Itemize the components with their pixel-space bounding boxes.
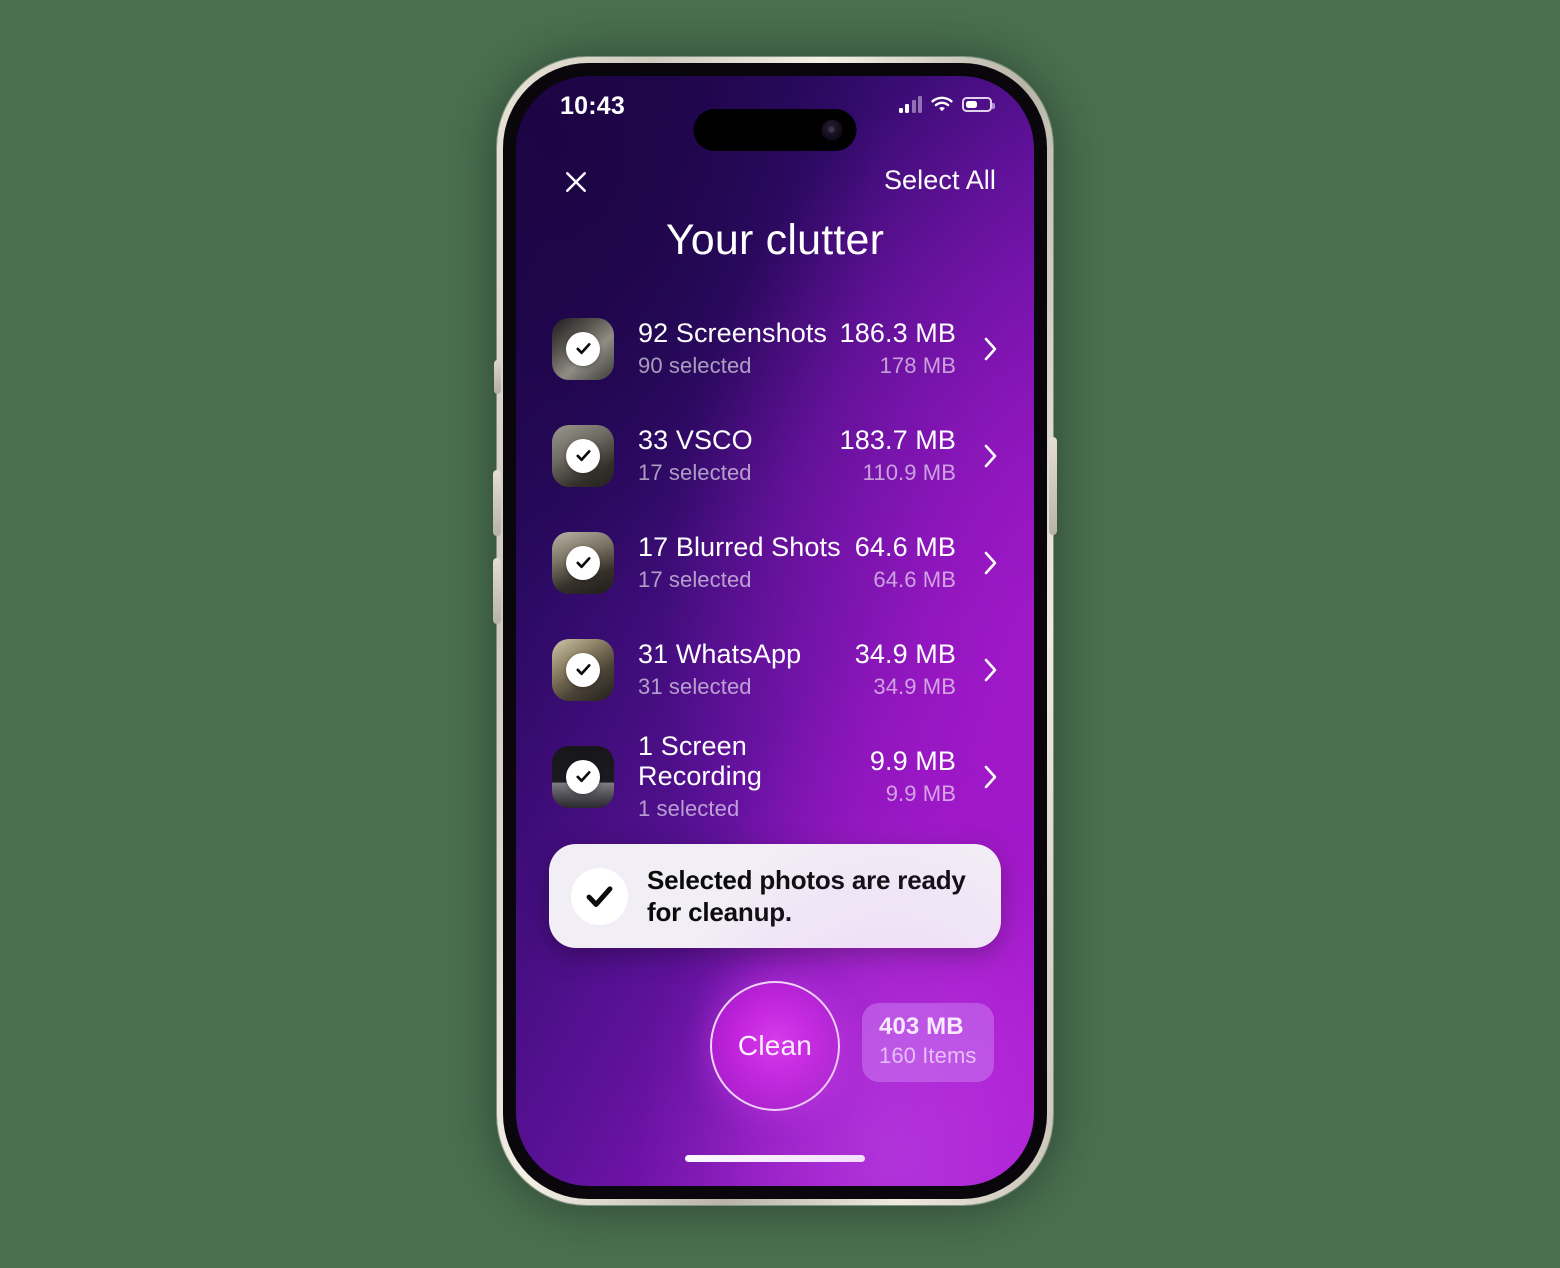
dynamic-island [693, 109, 857, 151]
front-camera-icon [821, 119, 843, 141]
battery-icon [962, 97, 995, 112]
row-subtitle: 31 selected [638, 674, 752, 700]
table-row[interactable]: 1 Screen Recording 1 selected 9.9 MB 9.9… [516, 723, 1034, 830]
row-labels: 92 Screenshots 90 selected [614, 318, 840, 379]
row-total-size: 186.3 MB [839, 317, 956, 348]
row-subtitle: 17 selected [638, 567, 752, 593]
row-subtitle: 90 selected [638, 353, 752, 379]
checkmark-icon[interactable] [566, 759, 600, 794]
page-title: Your clutter [665, 216, 885, 264]
row-total-size: 9.9 MB [869, 745, 956, 776]
screenshot-stage: 10:43 Select All Your clutter 92 Screens… [0, 0, 1560, 1268]
chevron-right-icon[interactable] [982, 334, 1000, 364]
toast-message: Selected photos are ready for cleanup. [647, 864, 966, 927]
screenshot-thumbnail [552, 317, 614, 380]
badge-item-count: 160 Items [879, 1043, 977, 1069]
table-row[interactable]: 33 VSCO 17 selected 183.7 MB 110.9 MB [516, 402, 1034, 509]
row-total-size: 34.9 MB [854, 638, 956, 669]
row-title: 31 WhatsApp [638, 638, 802, 669]
row-selected-size: 34.9 MB [873, 674, 956, 700]
row-selected-size: 178 MB [879, 353, 956, 379]
status-bar: 10:43 [516, 76, 1034, 151]
row-subtitle: 1 selected [638, 796, 740, 822]
row-labels: 17 Blurred Shots 17 selected [614, 532, 855, 593]
status-bar-time: 10:43 [560, 92, 625, 120]
cellular-signal-icon [898, 96, 922, 113]
row-sizes: 34.9 MB 34.9 MB [855, 639, 982, 700]
checkmark-icon[interactable] [566, 545, 600, 580]
status-badge[interactable]: 403 MB 160 Items [862, 1003, 994, 1083]
wifi-icon [931, 96, 953, 113]
clutter-list: 92 Screenshots 90 selected 186.3 MB 178 … [516, 295, 1034, 937]
row-title: 33 VSCO [638, 424, 753, 455]
row-total-size: 64.6 MB [854, 531, 956, 562]
status-bar-indicators [898, 96, 995, 113]
row-title: 92 Screenshots [638, 317, 828, 348]
checkmark-icon[interactable] [566, 438, 600, 473]
volume-up-button[interactable] [493, 470, 501, 536]
nav-bar: Select All [516, 162, 1034, 206]
table-row[interactable]: 92 Screenshots 90 selected 186.3 MB 178 … [516, 295, 1034, 402]
row-total-size: 183.7 MB [839, 424, 956, 455]
row-sizes: 9.9 MB 9.9 MB [870, 746, 982, 807]
table-row[interactable]: 17 Blurred Shots 17 selected 64.6 MB 64.… [516, 509, 1034, 616]
row-sizes: 183.7 MB 110.9 MB [840, 425, 982, 486]
silent-switch-button[interactable] [494, 360, 501, 394]
row-title: 17 Blurred Shots [638, 531, 841, 562]
toast-notification: Selected photos are ready for cleanup. [549, 844, 1001, 948]
screen-recording-thumbnail [552, 745, 614, 808]
chevron-right-icon[interactable] [982, 441, 1000, 471]
whatsapp-thumbnail [552, 638, 614, 701]
row-sizes: 186.3 MB 178 MB [840, 318, 982, 379]
row-selected-size: 110.9 MB [862, 460, 956, 486]
row-labels: 31 WhatsApp 31 selected [614, 639, 855, 700]
row-selected-size: 64.6 MB [873, 567, 956, 593]
row-subtitle: 17 selected [638, 460, 752, 486]
checkmark-icon[interactable] [566, 652, 600, 687]
close-icon[interactable] [556, 162, 596, 202]
row-labels: 33 VSCO 17 selected [614, 425, 840, 486]
clean-button[interactable]: Clean [710, 981, 840, 1111]
row-labels: 1 Screen Recording 1 selected [614, 731, 870, 822]
phone-screen: 10:43 Select All Your clutter 92 Screens… [516, 76, 1034, 1186]
power-button[interactable] [1049, 437, 1057, 535]
chevron-right-icon[interactable] [982, 762, 1000, 792]
vsco-thumbnail [552, 424, 614, 487]
select-all-button[interactable]: Select All [884, 165, 996, 196]
clean-action-bar: Clean 403 MB 160 Items [516, 981, 1034, 1131]
badge-total-size: 403 MB [879, 1013, 964, 1040]
chevron-right-icon[interactable] [982, 655, 1000, 685]
checkmark-icon[interactable] [566, 331, 600, 366]
blurred-shot-thumbnail [552, 531, 614, 594]
checkmark-icon [571, 867, 628, 925]
row-title: 1 Screen Recording [638, 730, 762, 791]
row-selected-size: 9.9 MB [885, 781, 956, 807]
row-sizes: 64.6 MB 64.6 MB [855, 532, 982, 593]
chevron-right-icon[interactable] [982, 548, 1000, 578]
volume-down-button[interactable] [493, 558, 501, 624]
home-indicator[interactable] [685, 1155, 865, 1162]
table-row[interactable]: 31 WhatsApp 31 selected 34.9 MB 34.9 MB [516, 616, 1034, 723]
